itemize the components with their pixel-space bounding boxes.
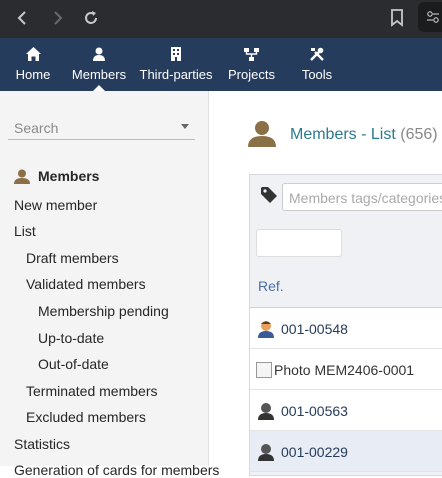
- chevron-left-icon: [17, 11, 26, 25]
- extension-icon: [427, 11, 439, 23]
- sidebar-title-label: Members: [38, 168, 100, 184]
- member-ref-link[interactable]: 001-00229: [281, 444, 348, 460]
- sidebar-item-statistics[interactable]: Statistics: [14, 436, 70, 452]
- sidebar-title-members[interactable]: Members: [14, 168, 99, 184]
- member-ref-link[interactable]: 001-00563: [281, 403, 348, 419]
- menu-tools[interactable]: Tools: [296, 38, 338, 91]
- sidebar-item-cards[interactable]: Generation of cards for members: [14, 462, 219, 478]
- reload-button[interactable]: [76, 4, 106, 32]
- member-icon: [14, 169, 30, 184]
- building-icon: [171, 46, 181, 62]
- member-photo-alt: Photo MEM2406-0001: [274, 362, 415, 378]
- member-ref-link[interactable]: 001-00548: [281, 321, 348, 337]
- menu-home-label: Home: [15, 67, 51, 82]
- table-row[interactable]: 001-00563: [250, 390, 442, 431]
- tag-icon: [261, 187, 277, 208]
- top-menu: Home Members Third-parties Projects Tool…: [0, 38, 442, 91]
- bookmark-icon: [391, 9, 403, 27]
- member-photo-broken[interactable]: Photo MEM2406-0001: [256, 362, 414, 378]
- chevron-down-icon[interactable]: [181, 124, 189, 129]
- sidebar-item-validated[interactable]: Validated members: [26, 276, 146, 292]
- reload-icon: [85, 11, 97, 24]
- sidebar-item-terminated[interactable]: Terminated members: [26, 383, 158, 399]
- back-button[interactable]: [8, 4, 38, 32]
- member-avatar: [257, 443, 275, 461]
- members-list: Members tags/categories Ref. 001-00548 P…: [249, 174, 442, 476]
- menu-projects[interactable]: Projects: [224, 38, 279, 91]
- search-input[interactable]: Search: [14, 120, 58, 136]
- member-avatar: [257, 402, 275, 420]
- user-icon: [93, 46, 105, 62]
- menu-tools-label: Tools: [301, 67, 333, 82]
- menu-projects-label: Projects: [228, 67, 275, 82]
- column-header-ref[interactable]: Ref.: [258, 278, 284, 294]
- sidebar-item-draft[interactable]: Draft members: [26, 250, 119, 266]
- member-avatar: [257, 320, 275, 338]
- main-content: Members - List (656) Members tags/catego…: [209, 91, 442, 476]
- menu-members[interactable]: Members: [68, 38, 130, 91]
- page-title: Members - List (656): [290, 126, 438, 144]
- record-count: (656): [400, 126, 438, 143]
- sidebar-item-new-member[interactable]: New member: [14, 197, 97, 213]
- ref-filter-input[interactable]: [256, 229, 342, 257]
- sidebar-item-list[interactable]: List: [14, 223, 36, 239]
- tags-filter-select[interactable]: Members tags/categories: [282, 183, 442, 211]
- sidebar-item-uptodate[interactable]: Up-to-date: [38, 330, 104, 346]
- home-icon: [25, 46, 41, 62]
- browser-toolbar: [0, 0, 442, 38]
- broken-image-icon: [256, 362, 272, 378]
- menu-members-label: Members: [71, 67, 127, 82]
- member-icon: [248, 121, 276, 152]
- sidebar-item-outofdate[interactable]: Out-of-date: [38, 356, 109, 372]
- extension-button[interactable]: [418, 2, 442, 32]
- menu-home[interactable]: Home: [8, 38, 58, 91]
- table-row[interactable]: Photo MEM2406-0001: [250, 349, 442, 390]
- tags-filter-placeholder: Members tags/categories: [289, 190, 442, 206]
- sidebar-item-excluded[interactable]: Excluded members: [26, 409, 146, 425]
- menu-third-parties[interactable]: Third-parties: [136, 38, 216, 91]
- chevron-right-icon: [54, 11, 63, 25]
- bookmark-button[interactable]: [382, 4, 412, 32]
- page-title-text: Members - List: [290, 126, 396, 143]
- menu-third-parties-label: Third-parties: [139, 67, 213, 82]
- sidebar-item-pending[interactable]: Membership pending: [38, 303, 169, 319]
- table-row[interactable]: 001-00548: [250, 308, 442, 349]
- left-sidebar: Search Members New member List Draft mem…: [0, 91, 219, 478]
- sitemap-icon: [244, 46, 259, 62]
- search-select[interactable]: Search: [8, 114, 195, 140]
- forward-button[interactable]: [42, 4, 72, 32]
- tools-icon: [310, 46, 324, 62]
